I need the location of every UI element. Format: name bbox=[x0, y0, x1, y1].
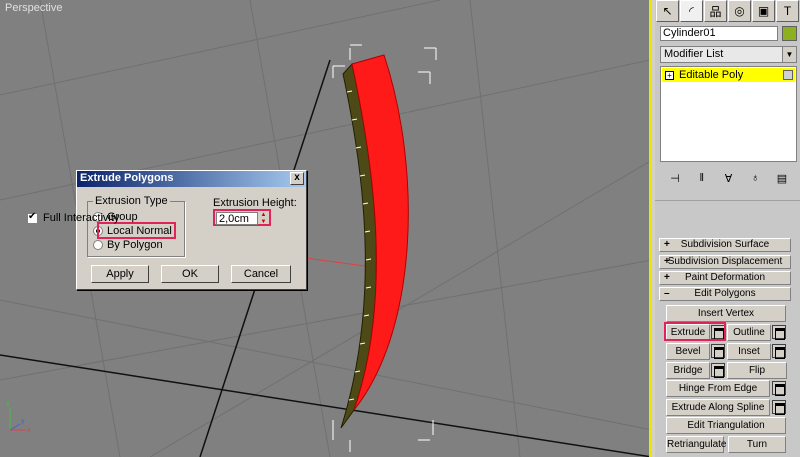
radio-by-polygon[interactable]: By Polygon bbox=[93, 238, 163, 252]
full-interactivity-label: Full Interactivity bbox=[43, 212, 120, 224]
stack-item-label: Editable Poly bbox=[679, 69, 744, 81]
hinge-from-edge-button[interactable]: Hinge From Edge bbox=[666, 380, 770, 397]
tab-utilities[interactable]: T bbox=[776, 0, 799, 22]
plus-icon: + bbox=[664, 256, 670, 267]
dialog-titlebar[interactable]: Extrude Polygons x bbox=[77, 171, 306, 187]
bevel-button[interactable]: Bevel bbox=[666, 343, 710, 360]
retriangulate-button[interactable]: Retriangulate bbox=[666, 436, 726, 453]
svg-text:z: z bbox=[6, 401, 10, 408]
height-spinner[interactable]: ▲ ▼ bbox=[259, 212, 268, 225]
rollout-label: Paint Deformation bbox=[684, 272, 766, 283]
outline-settings-icon[interactable] bbox=[772, 325, 786, 340]
apply-button[interactable]: Apply bbox=[91, 265, 149, 283]
extrusion-height-input[interactable] bbox=[216, 212, 258, 225]
tab-modify[interactable]: ◜ bbox=[680, 0, 703, 22]
spinner-down-icon[interactable]: ▼ bbox=[259, 219, 268, 226]
remove-modifier-icon[interactable]: ♁ bbox=[746, 172, 764, 184]
extrude-polygons-dialog: Extrude Polygons x Extrusion Type Group … bbox=[76, 170, 307, 290]
inset-button[interactable]: Inset bbox=[727, 343, 771, 360]
svg-text:y: y bbox=[21, 418, 25, 425]
extrusion-type-label: Extrusion Type bbox=[93, 195, 170, 207]
viewport-label[interactable]: Perspective bbox=[5, 2, 62, 14]
object-color-swatch[interactable] bbox=[782, 26, 797, 41]
stack-item-editable-poly[interactable]: + Editable Poly bbox=[662, 68, 795, 82]
toggle-lightbulb-icon[interactable] bbox=[783, 70, 793, 80]
axis-tripod-icon: z x y bbox=[6, 401, 31, 434]
stack-toolbar: ⊣ ‖ ∀ ♁ ▤ bbox=[660, 168, 797, 188]
tab-display[interactable]: ▣ bbox=[752, 0, 775, 22]
pin-stack-icon[interactable]: ⊣ bbox=[666, 172, 684, 185]
command-panel-tabs: ↖ ◜ 品 ◎ ▣ T bbox=[656, 0, 799, 22]
motion-icon: ◎ bbox=[734, 4, 745, 18]
flip-button[interactable]: Flip bbox=[727, 362, 787, 379]
rollout-edit-polygons[interactable]: – Edit Polygons bbox=[659, 287, 791, 301]
hierarchy-icon: 品 bbox=[709, 4, 722, 19]
grid-axis-line bbox=[0, 354, 649, 457]
plus-icon: + bbox=[664, 272, 670, 283]
show-end-result-icon[interactable]: ‖ bbox=[693, 172, 711, 184]
radio-icon[interactable] bbox=[93, 240, 103, 250]
checkbox-checked-icon[interactable] bbox=[27, 211, 38, 224]
tab-hierarchy[interactable]: 品 bbox=[704, 0, 727, 22]
display-monitor-icon: ▣ bbox=[757, 4, 770, 18]
outline-button[interactable]: Outline bbox=[727, 324, 771, 341]
chevron-down-icon[interactable]: ▼ bbox=[782, 47, 796, 62]
rollout-subdivision-displacement[interactable]: + Subdivision Displacement bbox=[659, 255, 791, 269]
minus-icon: – bbox=[664, 288, 670, 299]
close-button[interactable]: x bbox=[290, 172, 304, 185]
extrude-along-spline-settings-icon[interactable] bbox=[772, 400, 786, 415]
svg-text:x: x bbox=[27, 427, 31, 434]
hinge-settings-icon[interactable] bbox=[772, 381, 786, 396]
insert-vertex-button[interactable]: Insert Vertex bbox=[666, 305, 786, 322]
rollout-label: Subdivision Displacement bbox=[667, 256, 783, 267]
dialog-title: Extrude Polygons bbox=[80, 172, 174, 184]
tab-create[interactable]: ↖ bbox=[656, 0, 679, 22]
rollout-paint-deformation[interactable]: + Paint Deformation bbox=[659, 271, 791, 285]
create-arrow-icon: ↖ bbox=[662, 4, 673, 18]
tab-motion[interactable]: ◎ bbox=[728, 0, 751, 22]
plus-icon: + bbox=[664, 239, 670, 250]
cancel-button[interactable]: Cancel bbox=[231, 265, 291, 283]
make-unique-icon[interactable]: ∀ bbox=[720, 172, 738, 185]
modifier-list-dropdown[interactable]: Modifier List ▼ bbox=[660, 46, 797, 63]
extrusion-height-label: Extrusion Height: bbox=[213, 197, 297, 209]
full-interactivity-checkbox[interactable]: Full Interactivity bbox=[27, 210, 127, 226]
bridge-settings-icon[interactable] bbox=[711, 363, 725, 378]
rollout-label: Edit Polygons bbox=[694, 288, 756, 299]
ok-button[interactable]: OK bbox=[161, 265, 219, 283]
object-name-field[interactable]: Cylinder01 bbox=[660, 26, 778, 41]
configure-sets-icon[interactable]: ▤ bbox=[773, 172, 791, 185]
bridge-button[interactable]: Bridge bbox=[666, 362, 710, 379]
modifier-list-label: Modifier List bbox=[664, 48, 724, 60]
modifier-stack[interactable]: + Editable Poly bbox=[660, 66, 797, 162]
turn-button[interactable]: Turn bbox=[728, 436, 786, 453]
expand-plus-icon[interactable]: + bbox=[665, 70, 674, 80]
highlight-box-extrude bbox=[664, 322, 726, 341]
extrude-along-spline-button[interactable]: Extrude Along Spline bbox=[666, 399, 770, 416]
inset-settings-icon[interactable] bbox=[772, 344, 786, 359]
edit-triangulation-button[interactable]: Edit Triangulation bbox=[666, 417, 786, 434]
bevel-settings-icon[interactable] bbox=[711, 344, 725, 359]
modify-arc-icon: ◜ bbox=[689, 4, 694, 18]
rollout-label: Subdivision Surface bbox=[680, 239, 770, 250]
rollout-subdivision-surface[interactable]: + Subdivision Surface bbox=[659, 238, 791, 252]
highlight-box-height: ▲ ▼ bbox=[213, 209, 271, 226]
utilities-hammer-icon: T bbox=[783, 4, 792, 18]
radio-label: By Polygon bbox=[107, 239, 163, 251]
